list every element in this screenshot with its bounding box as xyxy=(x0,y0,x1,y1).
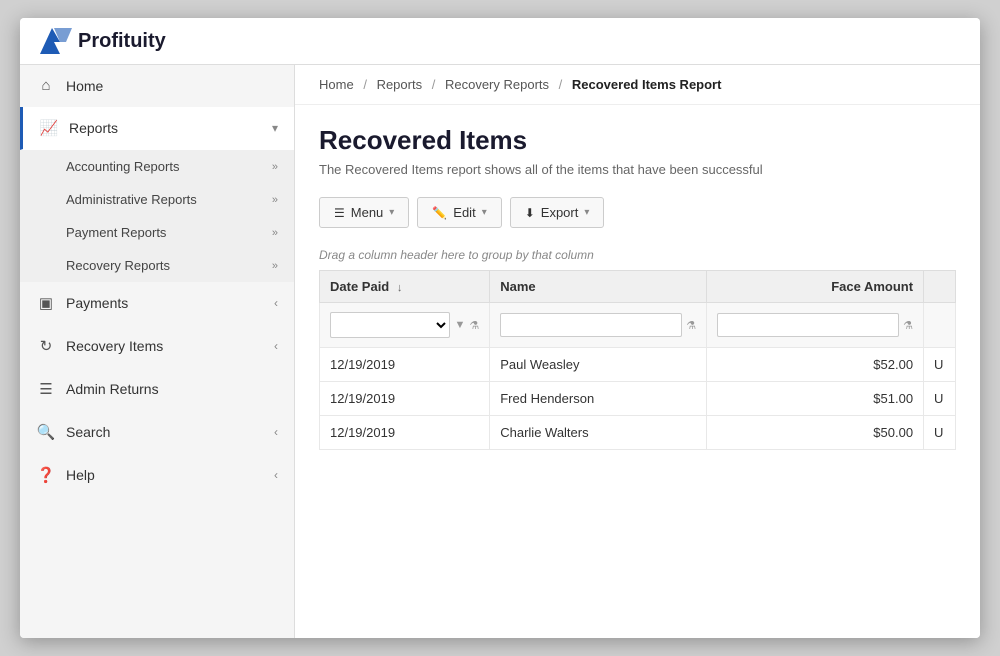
payments-icon: ▣ xyxy=(36,294,56,312)
col-header-date-paid[interactable]: Date Paid ↓ xyxy=(320,271,490,303)
cell-name-1: Fred Henderson xyxy=(490,382,707,416)
page-title: Recovered Items xyxy=(319,125,956,156)
filter-amount-input[interactable] xyxy=(717,313,899,337)
logo: Profituity xyxy=(40,28,166,54)
edit-button[interactable]: ✏️ Edit ▾ xyxy=(417,197,501,228)
filter-name-cell: ⚗ xyxy=(500,313,696,337)
cell-amount-2: $50.00 xyxy=(707,416,924,450)
edit-chevron-icon: ▾ xyxy=(482,207,487,218)
menu-icon: ☰ xyxy=(334,206,345,220)
filter-name-funnel-icon: ⚗ xyxy=(686,319,696,332)
filter-date-select[interactable] xyxy=(330,312,450,338)
logo-icon xyxy=(40,28,72,54)
cell-extra-0: U xyxy=(924,348,956,382)
recovery-items-chevron-icon: ‹ xyxy=(274,339,278,353)
sidebar-item-accounting-reports[interactable]: Accounting Reports » xyxy=(20,150,294,183)
table-row: 12/19/2019 Charlie Walters $50.00 U xyxy=(320,416,956,450)
filter-date-funnel-icon: ⚗ xyxy=(469,319,479,332)
accounting-reports-arrow-icon: » xyxy=(272,161,278,173)
cell-extra-1: U xyxy=(924,382,956,416)
administrative-reports-arrow-icon: » xyxy=(272,194,278,206)
content-body: Recovered Items The Recovered Items repo… xyxy=(295,105,980,470)
table-row: 12/19/2019 Paul Weasley $52.00 U xyxy=(320,348,956,382)
cell-amount-0: $52.00 xyxy=(707,348,924,382)
sort-icon-date: ↓ xyxy=(397,282,403,294)
search-chevron-icon: ‹ xyxy=(274,425,278,439)
main-layout: ⌂ Home 📈 Reports ▾ Accounting Reports » … xyxy=(20,65,980,638)
filter-amount-funnel-icon: ⚗ xyxy=(903,319,913,332)
export-label: Export xyxy=(541,205,579,220)
table-row: 12/19/2019 Fred Henderson $51.00 U xyxy=(320,382,956,416)
filter-amount-cell: ⚗ xyxy=(717,313,913,337)
breadcrumb-sep-3: / xyxy=(559,77,563,92)
reports-chevron-icon: ▾ xyxy=(272,121,278,135)
sidebar-item-administrative-reports[interactable]: Administrative Reports » xyxy=(20,183,294,216)
col-header-extra xyxy=(924,271,956,303)
breadcrumb-home[interactable]: Home xyxy=(319,77,354,92)
export-chevron-icon: ▾ xyxy=(584,207,589,218)
col-header-name[interactable]: Name xyxy=(490,271,707,303)
cell-amount-1: $51.00 xyxy=(707,382,924,416)
admin-returns-icon: ☰ xyxy=(36,380,56,398)
filter-date-icon: ▼ xyxy=(454,319,465,331)
drag-hint: Drag a column header here to group by th… xyxy=(319,248,956,262)
payment-reports-arrow-icon: » xyxy=(272,227,278,239)
menu-label: Menu xyxy=(351,205,384,220)
edit-icon: ✏️ xyxy=(432,206,447,220)
sidebar-item-search[interactable]: 🔍 Search ‹ xyxy=(20,411,294,454)
payments-chevron-icon: ‹ xyxy=(274,296,278,310)
reports-submenu: Accounting Reports » Administrative Repo… xyxy=(20,150,294,282)
sidebar-item-reports[interactable]: 📈 Reports ▾ xyxy=(20,107,294,150)
sidebar-item-payment-reports[interactable]: Payment Reports » xyxy=(20,216,294,249)
menu-button[interactable]: ☰ Menu ▾ xyxy=(319,197,409,228)
main-content: Home / Reports / Recovery Reports / Reco… xyxy=(295,65,980,638)
breadcrumb-recovery-reports[interactable]: Recovery Reports xyxy=(445,77,549,92)
cell-name-0: Paul Weasley xyxy=(490,348,707,382)
data-table: Date Paid ↓ Name Face Amount xyxy=(319,270,956,450)
cell-date-0: 12/19/2019 xyxy=(320,348,490,382)
breadcrumb: Home / Reports / Recovery Reports / Reco… xyxy=(295,65,980,105)
reports-icon: 📈 xyxy=(39,119,59,137)
page-subtitle: The Recovered Items report shows all of … xyxy=(319,162,956,177)
search-icon: 🔍 xyxy=(36,423,56,441)
breadcrumb-reports[interactable]: Reports xyxy=(377,77,423,92)
cell-date-2: 12/19/2019 xyxy=(320,416,490,450)
col-header-face-amount[interactable]: Face Amount xyxy=(707,271,924,303)
logo-text: Profituity xyxy=(78,30,166,53)
app-window: Profituity ⌂ Home 📈 Reports ▾ Accounting… xyxy=(20,18,980,638)
cell-extra-2: U xyxy=(924,416,956,450)
breadcrumb-sep-2: / xyxy=(432,77,436,92)
recovery-reports-arrow-icon: » xyxy=(272,260,278,272)
export-button[interactable]: ⬇ Export ▾ xyxy=(510,197,605,228)
filter-name-input[interactable] xyxy=(500,313,682,337)
sidebar-item-recovery-items[interactable]: ↻ Recovery Items ‹ xyxy=(20,325,294,368)
recovery-items-icon: ↻ xyxy=(36,337,56,355)
sidebar-item-payments[interactable]: ▣ Payments ‹ xyxy=(20,282,294,325)
help-icon: ❓ xyxy=(36,466,56,484)
cell-date-1: 12/19/2019 xyxy=(320,382,490,416)
cell-name-2: Charlie Walters xyxy=(490,416,707,450)
export-icon: ⬇ xyxy=(525,206,535,220)
edit-label: Edit xyxy=(453,205,475,220)
breadcrumb-sep-1: / xyxy=(363,77,367,92)
sidebar-item-admin-returns[interactable]: ☰ Admin Returns xyxy=(20,368,294,411)
sidebar-item-home[interactable]: ⌂ Home xyxy=(20,65,294,107)
toolbar: ☰ Menu ▾ ✏️ Edit ▾ ⬇ Export ▾ xyxy=(319,197,956,228)
app-header: Profituity xyxy=(20,18,980,65)
filter-date-cell: ▼ ⚗ xyxy=(330,312,479,338)
sidebar-item-help[interactable]: ❓ Help ‹ xyxy=(20,454,294,497)
help-chevron-icon: ‹ xyxy=(274,468,278,482)
home-icon: ⌂ xyxy=(36,77,56,94)
sidebar-item-recovery-reports[interactable]: Recovery Reports » xyxy=(20,249,294,282)
menu-chevron-icon: ▾ xyxy=(389,207,394,218)
sidebar: ⌂ Home 📈 Reports ▾ Accounting Reports » … xyxy=(20,65,295,638)
breadcrumb-current: Recovered Items Report xyxy=(572,77,722,92)
